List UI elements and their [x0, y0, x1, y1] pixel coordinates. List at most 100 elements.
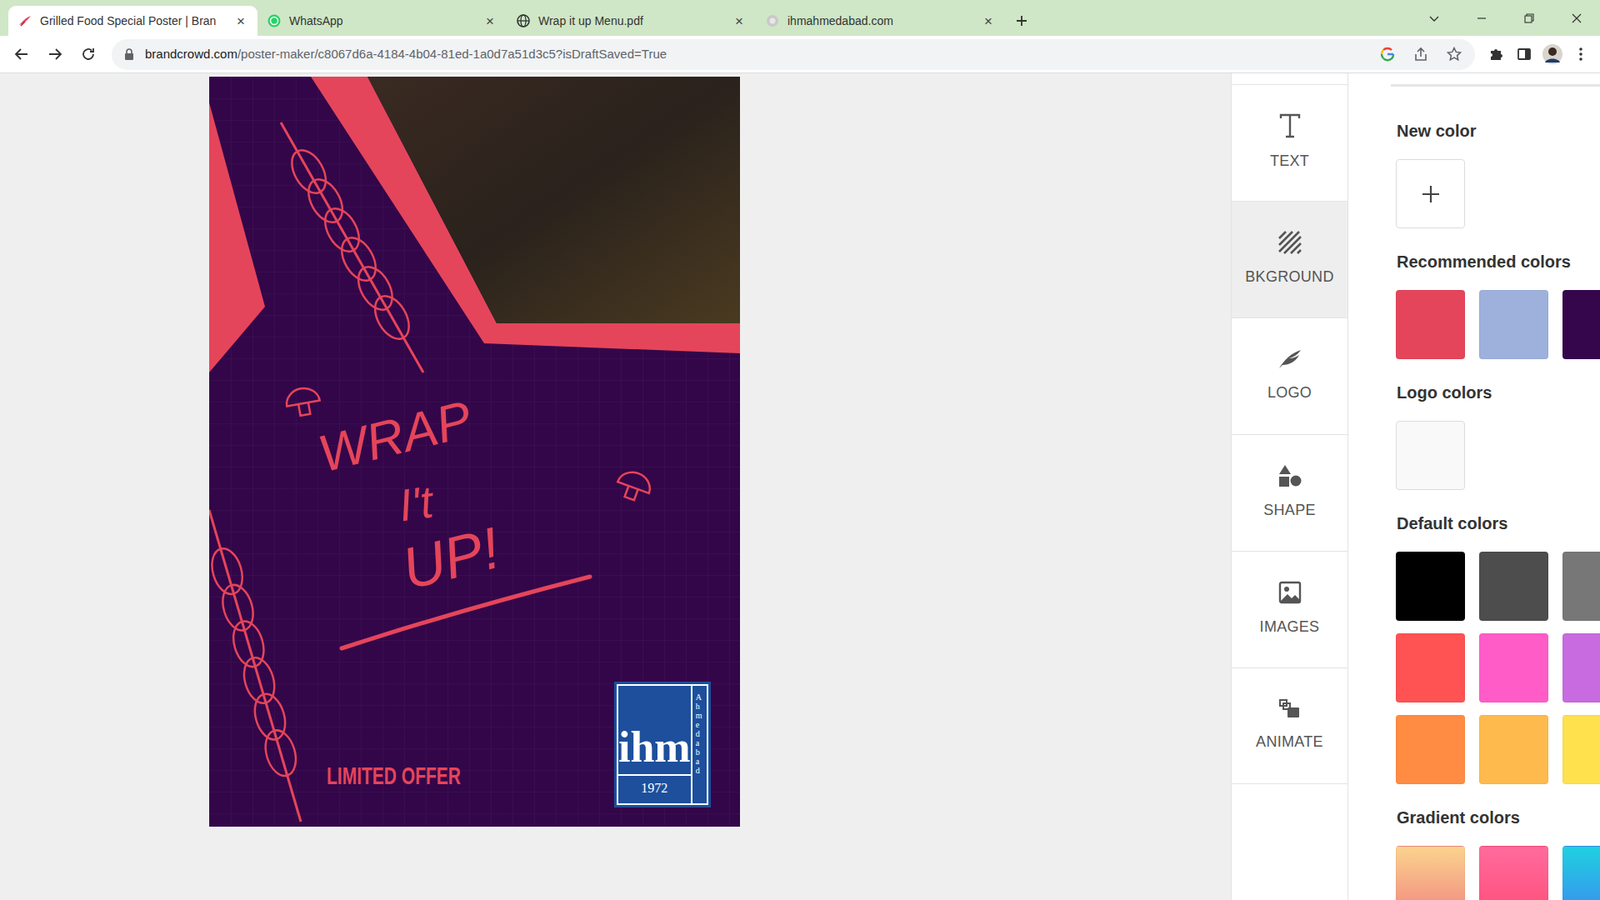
color-swatch[interactable] — [1395, 845, 1465, 900]
tab-title: ihmahmedabad.com — [787, 12, 974, 30]
color-swatch[interactable] — [1479, 845, 1549, 900]
section-title: Recommended colors — [1396, 249, 1600, 275]
color-swatch[interactable] — [1395, 290, 1465, 360]
tool-label: SHAPE — [1263, 499, 1316, 522]
editor: WRAPI'tUP!LIMITED OFFERihm1972AhmedabadT… — [0, 73, 1600, 900]
text-tool-icon — [1279, 113, 1301, 139]
color-swatch[interactable] — [1395, 633, 1465, 703]
close-window-icon[interactable] — [1552, 0, 1600, 36]
food-photo[interactable] — [367, 76, 740, 324]
tab-title: WhatsApp — [289, 12, 475, 30]
color-swatch[interactable] — [1479, 633, 1549, 703]
side-panel-icon[interactable] — [1511, 41, 1537, 67]
add-color-plus-icon[interactable] — [1395, 159, 1465, 229]
color-swatch[interactable] — [1562, 715, 1600, 785]
color-swatch[interactable] — [1562, 551, 1600, 621]
menu-dots-icon[interactable] — [1568, 41, 1594, 67]
tab-close-button[interactable]: × — [732, 14, 746, 28]
extensions-puzzle-icon[interactable] — [1483, 41, 1509, 67]
logo-body: ihm 1972 — [618, 685, 693, 804]
minimize-icon[interactable] — [1457, 0, 1505, 36]
color-section: Default colors — [1390, 510, 1600, 785]
section-title: Default colors — [1396, 510, 1600, 536]
tab-search-chevron-icon[interactable] — [1410, 0, 1458, 36]
panel-divider — [1390, 84, 1600, 87]
restore-icon[interactable] — [1505, 0, 1553, 36]
section-title: Gradient colors — [1396, 805, 1600, 830]
tool-button[interactable]: SHAPE — [1231, 434, 1348, 551]
tool-button[interactable]: LOGO — [1231, 317, 1348, 435]
tool-button[interactable]: IMAGES — [1231, 550, 1348, 668]
color-swatch[interactable] — [1395, 715, 1465, 785]
tool-button[interactable]: TEXT — [1231, 84, 1348, 201]
lock-icon[interactable] — [123, 47, 137, 61]
logo-city: Ahmedabad — [695, 692, 704, 804]
google-lens-icon[interactable] — [1375, 41, 1400, 67]
new-tab-icon[interactable] — [1005, 5, 1039, 36]
address-field[interactable]: brandcrowd.com/poster-maker/c8067d6a-418… — [111, 39, 1475, 70]
color-swatch[interactable] — [1562, 633, 1600, 703]
url-host: brandcrowd.com — [145, 46, 238, 61]
swatch-grid — [1395, 290, 1600, 360]
bookmark-star-icon[interactable] — [1441, 41, 1467, 67]
tool-label: TEXT — [1270, 150, 1310, 173]
color-section: New color — [1390, 118, 1600, 229]
tab-title: Grilled Food Special Poster | Bran — [40, 12, 226, 30]
color-section: Recommended colors — [1390, 249, 1600, 360]
window-controls — [1410, 0, 1600, 36]
color-swatch[interactable] — [1562, 845, 1600, 900]
swatch-grid — [1395, 420, 1600, 490]
logo-mark: ihm — [618, 725, 691, 770]
shape-tool-icon — [1278, 464, 1302, 488]
animate-tool-icon — [1279, 698, 1301, 720]
ihm-logo[interactable]: ihm 1972 Ahmedabad — [616, 684, 709, 805]
site-favicon-icon — [765, 14, 780, 28]
browser-tab[interactable]: Wrap it up Menu.pdf × — [506, 5, 756, 36]
images-tool-icon — [1278, 580, 1302, 605]
tab-close-button[interactable]: × — [483, 14, 497, 28]
color-swatch[interactable] — [1479, 290, 1549, 360]
back-arrow-icon[interactable] — [6, 39, 37, 70]
logo-tool-icon — [1277, 348, 1303, 370]
browser-tab[interactable]: ihmahmedabad.com × — [755, 5, 1005, 36]
color-section: Gradient colors — [1390, 805, 1600, 900]
color-swatch[interactable] — [1562, 290, 1600, 360]
tool-label: IMAGES — [1260, 615, 1320, 639]
color-swatch[interactable] — [1395, 551, 1465, 621]
whatsapp-favicon-icon — [267, 14, 281, 28]
swatch-grid — [1395, 551, 1600, 785]
swatch-grid — [1395, 159, 1600, 229]
profile-avatar-icon[interactable] — [1540, 41, 1565, 67]
headline-text[interactable]: I't — [395, 478, 435, 528]
tab-close-button[interactable]: × — [234, 14, 248, 28]
forward-arrow-icon[interactable] — [40, 39, 70, 70]
swatch-grid — [1395, 845, 1600, 900]
logo-year: 1972 — [618, 774, 691, 799]
tool-button[interactable]: ANIMATE — [1231, 667, 1348, 785]
tab-close-button[interactable]: × — [981, 14, 995, 28]
design-canvas: WRAPI'tUP!LIMITED OFFERihm1972Ahmedabad — [0, 73, 1231, 900]
tab-title: Wrap it up Menu.pdf — [538, 12, 725, 30]
globe-favicon-icon — [516, 14, 530, 28]
poster[interactable]: WRAPI'tUP!LIMITED OFFERihm1972Ahmedabad — [209, 76, 740, 827]
browser-tab[interactable]: WhatsApp × — [257, 5, 507, 36]
url-path: /poster-maker/c8067d6a-4184-4b04-81ed-1a… — [237, 46, 667, 61]
color-swatch[interactable] — [1479, 715, 1549, 785]
color-panel: New color Recommended colors Logo colors De… — [1348, 73, 1600, 900]
tool-column: TEXT BKGROUND LOGO SHAPE IMAGES ANIMATE — [1230, 73, 1349, 900]
tool-label: BKGROUND — [1245, 265, 1334, 289]
color-swatch[interactable] — [1479, 551, 1549, 621]
tab-strip: Grilled Food Special Poster | Bran×Whats… — [0, 0, 1600, 36]
color-swatch[interactable] — [1395, 420, 1465, 490]
reload-icon[interactable] — [73, 39, 104, 70]
background-tool-icon — [1278, 230, 1302, 255]
tool-button[interactable]: BKGROUND — [1231, 200, 1348, 318]
browser-tab[interactable]: Grilled Food Special Poster | Bran × — [8, 5, 258, 36]
share-icon[interactable] — [1408, 41, 1434, 67]
tool-label: LOGO — [1267, 381, 1312, 405]
tool-label: ANIMATE — [1255, 730, 1324, 754]
section-title: New color — [1396, 118, 1600, 144]
offer-text[interactable]: LIMITED OFFER — [326, 761, 461, 790]
section-title: Logo colors — [1396, 380, 1600, 405]
url-text[interactable]: brandcrowd.com/poster-maker/c8067d6a-418… — [145, 45, 1367, 65]
